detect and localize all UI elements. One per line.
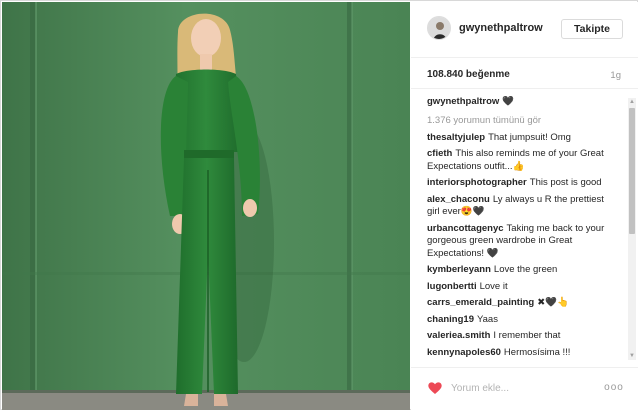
avatar-image — [428, 17, 450, 39]
post-side-panel: gwynethpaltrow Takipte 108.840 beğenme 1… — [411, 2, 638, 410]
comment-username[interactable]: alex_chaconu — [427, 194, 490, 205]
comment-text: This also reminds me of your Great Expec… — [427, 148, 604, 172]
comment-username[interactable]: chaning19 — [427, 314, 474, 325]
comment-text: Love it — [479, 280, 508, 292]
comment-text: ✖🖤👆 — [537, 297, 569, 308]
avatar[interactable] — [427, 16, 451, 40]
comment-item: thesaltyjulep That jumpsuit! Omg — [427, 132, 613, 145]
scrollbar-thumb[interactable] — [629, 108, 635, 234]
comment-text: I remember that — [493, 330, 561, 341]
header-username[interactable]: gwynethpaltrow — [459, 22, 543, 34]
comment-item: chaning19 Yaas — [427, 314, 613, 327]
comment-item: cfieth This also reminds me of your Great… — [427, 148, 613, 173]
scroll-down-arrow-icon[interactable]: ▼ — [628, 352, 636, 360]
heart-icon[interactable] — [427, 380, 443, 396]
comment-text: That jumpsuit! Omg — [488, 131, 571, 143]
comment-text: 🖤 — [502, 96, 515, 107]
comment-username[interactable]: kennynapoles60 — [427, 347, 501, 358]
comments-list[interactable]: gwynethpaltrow 🖤 1.376 yorumun tümünü gör… — [411, 90, 629, 362]
comment-text: Hermosísima !!! — [503, 346, 571, 358]
comment-item: kennynapoles60 Hermosísima !!! — [427, 347, 613, 360]
likes-row: 108.840 beğenme 1g — [411, 59, 638, 89]
comment-username[interactable]: cfieth — [427, 148, 452, 159]
photo-illustration — [2, 2, 410, 410]
comment-item: interiorsphotographer This post is good — [427, 177, 613, 190]
scroll-up-arrow-icon[interactable]: ▲ — [628, 98, 636, 106]
following-button[interactable]: Takipte — [561, 19, 623, 39]
comment-username[interactable]: valeriea.smith — [427, 330, 490, 341]
comment-text: Yaas — [477, 313, 498, 325]
comment-item: carrs_emerald_painting ✖🖤👆 — [427, 297, 613, 310]
comment-username[interactable]: urbancottagenyc — [427, 223, 504, 234]
comment-username[interactable]: gwynethpaltrow — [427, 96, 499, 107]
comment-username[interactable]: lugonbertti — [427, 281, 477, 292]
post-photo[interactable] — [2, 2, 410, 410]
post-header: gwynethpaltrow Takipte — [411, 2, 638, 58]
post-dialog: gwynethpaltrow Takipte 108.840 beğenme 1… — [0, 0, 638, 410]
comment-bar: ooo — [411, 367, 638, 410]
comments-scrollbar[interactable]: ▲ ▼ — [628, 98, 636, 360]
post-caption: gwynethpaltrow 🖤 — [427, 96, 613, 109]
likes-count[interactable]: 108.840 beğenme — [427, 69, 510, 80]
comment-text: Love the green — [493, 264, 558, 275]
comment-username[interactable]: carrs_emerald_painting — [427, 297, 534, 308]
comment-item: kymberleyann Love the green — [427, 264, 613, 277]
add-comment-input[interactable] — [451, 379, 591, 397]
comment-item: valeriea.smith I remember that — [427, 330, 613, 343]
post-time[interactable]: 1g — [610, 70, 621, 81]
more-options-icon[interactable]: ooo — [604, 382, 624, 394]
comment-text: This post is good — [529, 177, 602, 188]
comment-username[interactable]: thesaltyjulep — [427, 132, 485, 143]
comment-item: alex_chaconu Ly always u R the prettiest … — [427, 194, 613, 219]
view-all-comments-link[interactable]: 1.376 yorumun tümünü gör — [427, 115, 629, 126]
comment-item: urbancottagenyc Taking me back to your go… — [427, 223, 613, 261]
comment-item: lugonbertti Love it — [427, 281, 613, 294]
comment-username[interactable]: interiorsphotographer — [427, 177, 527, 188]
comment-username[interactable]: kymberleyann — [427, 264, 491, 275]
